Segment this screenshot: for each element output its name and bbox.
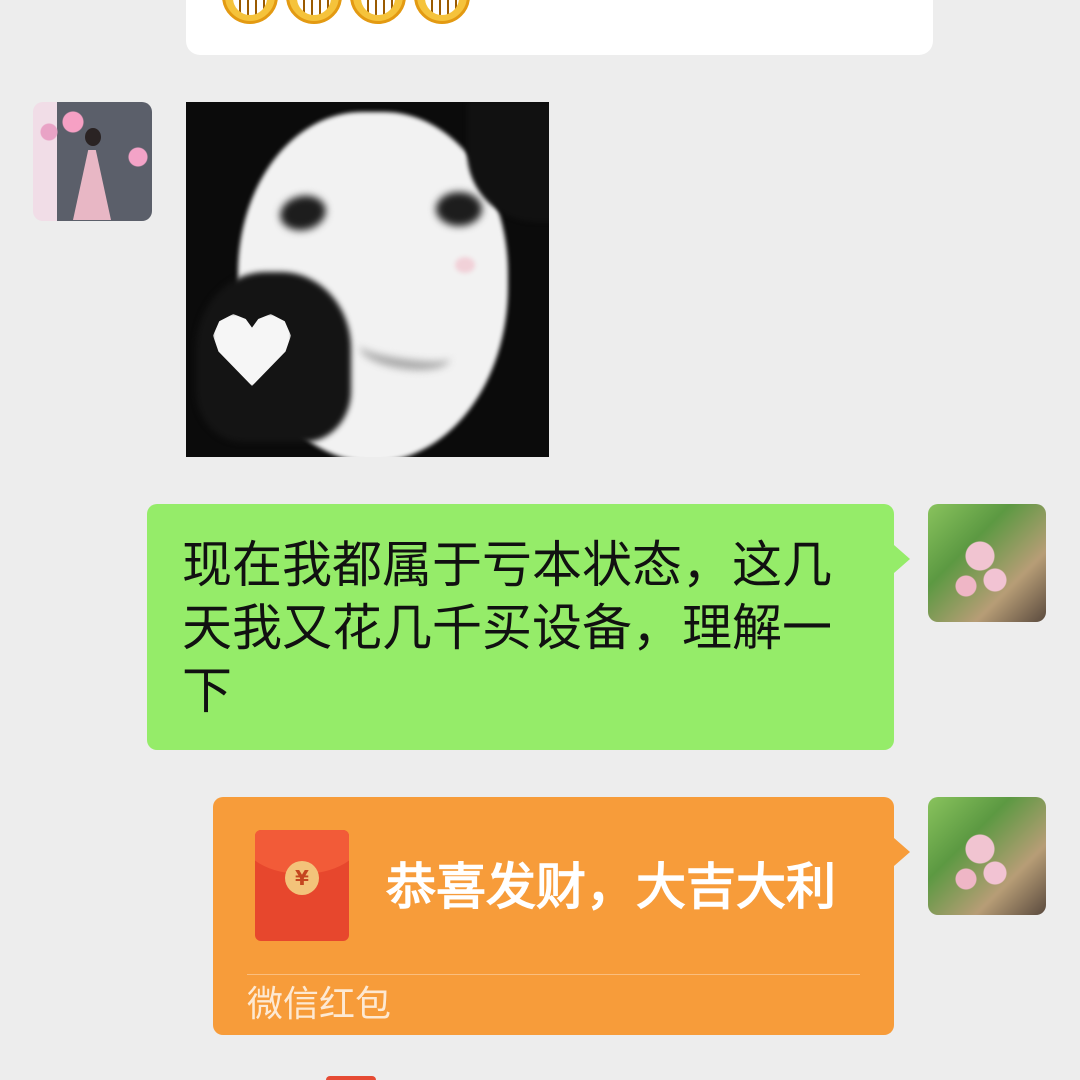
message-text: 现在我都属于亏本状态，这几天我又花几千买设备，理解一下 [182,536,832,720]
panda-meme-sticker[interactable] [186,102,549,457]
emoji-row [222,0,470,24]
my-avatar[interactable] [928,504,1046,622]
panda-cheek [455,257,475,273]
avatar-person-head [85,128,101,146]
my-avatar[interactable] [928,797,1046,915]
panda-right-eye [436,192,482,226]
red-packet-footer: 微信红包 [247,984,392,1025]
red-packet-message[interactable]: ¥ 恭喜发财，大吉大利 微信红包 [213,797,910,1035]
red-packet-divider [247,974,860,975]
contact-avatar[interactable] [33,102,152,221]
grimace-emoji-icon [222,0,278,24]
grimace-emoji-icon [350,0,406,24]
next-message-preview [326,1076,376,1080]
chat-screen: 现在我都属于亏本状态，这几天我又花几千买设备，理解一下 ¥ 恭喜发财，大吉大利 … [0,0,1080,1080]
yuan-coin-icon: ¥ [285,861,319,895]
avatar-person-dress [73,150,111,220]
red-envelope-icon: ¥ [255,830,349,941]
grimace-emoji-icon [286,0,342,24]
sent-text-message[interactable]: 现在我都属于亏本状态，这几天我又花几千买设备，理解一下 [147,504,910,750]
red-packet-title: 恭喜发财，大吉大利 [386,858,836,916]
grimace-emoji-icon [414,0,470,24]
